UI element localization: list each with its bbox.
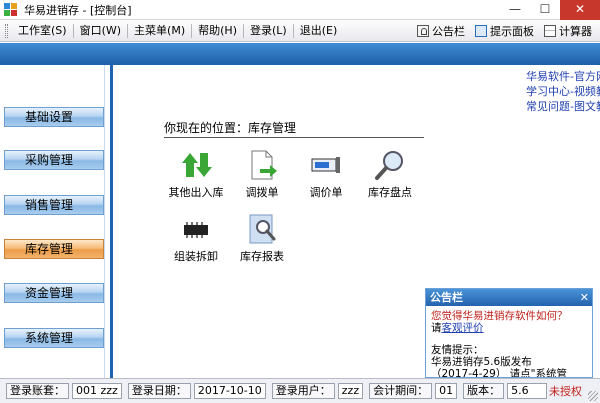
document-arrow-icon	[246, 149, 278, 181]
menu-exit[interactable]: 退出(E)	[294, 20, 344, 42]
status-bar: 登录账套： 001 zzz 登录日期： 2017-10-10 登录用户： zzz…	[0, 378, 600, 403]
sidebar-item-purchase[interactable]: 采购管理	[4, 150, 104, 170]
transfer-order-button[interactable]: 调拨单	[230, 149, 294, 200]
notice-question: 您觉得华易进销存软件如何？	[431, 310, 568, 322]
maximize-button[interactable]: ☐	[530, 0, 560, 20]
tips-panel-button[interactable]: 提示面板	[475, 23, 534, 39]
app-logo-icon	[4, 2, 18, 17]
date-value: 2017-10-10	[193, 383, 266, 399]
version-label: 版本：	[463, 383, 505, 399]
notice-popup: 公告栏 ✕ 您觉得华易进销存软件如何？ 请客观评价 友情提示： 华易进销存5.6…	[425, 288, 593, 378]
sidebar-item-inventory[interactable]: 库存管理	[4, 239, 104, 259]
other-in-out-button[interactable]: 其他出入库	[164, 149, 228, 200]
menu-main[interactable]: 主菜单(M)	[128, 20, 191, 42]
sidebar: 基础设置 采购管理 销售管理 库存管理 资金管理 系统管理	[0, 43, 124, 378]
sidebar-item-funds[interactable]: 资金管理	[4, 283, 104, 303]
stock-count-button[interactable]: 库存盘点	[358, 149, 422, 200]
user-value: zzz	[337, 383, 364, 399]
review-link[interactable]: 客观评价	[442, 322, 484, 334]
magnifier-icon	[374, 149, 406, 181]
link-video-tutorials[interactable]: 学习中心-视频教程	[526, 84, 600, 99]
location-breadcrumb: 你现在的位置：库存管理	[164, 119, 424, 138]
notice-board-button[interactable]: 公告栏	[417, 23, 465, 39]
resize-grip[interactable]	[588, 391, 598, 401]
bell-icon	[417, 25, 429, 37]
close-button[interactable]: ✕	[560, 0, 600, 20]
title-bar: 华易进销存 - [控制台] — ☐ ✕	[0, 0, 600, 20]
version-value: 5.6	[507, 383, 548, 399]
account-value: 001 zzz	[72, 383, 122, 399]
license-status: 未授权	[549, 385, 582, 398]
period-label: 会计期间：	[369, 383, 433, 399]
link-official-site[interactable]: 华易软件-官方网站	[526, 69, 600, 84]
price-adjust-button[interactable]: 调价单	[294, 149, 358, 200]
report-search-icon	[246, 213, 278, 245]
menu-login[interactable]: 登录(L)	[244, 20, 293, 42]
calculator-button[interactable]: 计算器	[544, 23, 592, 39]
user-label: 登录用户：	[271, 383, 335, 399]
chip-icon	[180, 213, 212, 245]
window-title: 华易进销存 - [控制台]	[24, 3, 132, 17]
sidebar-item-sales[interactable]: 销售管理	[4, 195, 104, 215]
quick-links: 华易软件-官方网站 学习中心-视频教程 常见问题-图文教程	[526, 69, 600, 114]
calculator-icon	[544, 25, 556, 37]
arrows-up-down-icon	[180, 149, 212, 181]
sidebar-item-basic-settings[interactable]: 基础设置	[4, 107, 104, 127]
panel-icon	[475, 25, 487, 37]
menu-window[interactable]: 窗口(W)	[74, 20, 127, 42]
sidebar-item-system[interactable]: 系统管理	[4, 328, 104, 348]
link-faq[interactable]: 常见问题-图文教程	[526, 99, 600, 114]
date-label: 登录日期：	[127, 383, 191, 399]
minimize-button[interactable]: —	[500, 0, 530, 20]
menu-bar: 工作室(S) 窗口(W) 主菜单(M) 帮助(H) 登录(L) 退出(E) 公告…	[0, 20, 600, 42]
price-tag-icon	[310, 149, 342, 181]
notice-close-icon[interactable]: ✕	[580, 289, 589, 306]
menu-studio[interactable]: 工作室(S)	[12, 20, 73, 42]
account-label: 登录账套：	[6, 383, 69, 399]
period-value: 01	[435, 383, 458, 399]
menu-help[interactable]: 帮助(H)	[192, 20, 243, 42]
toolbar-grip[interactable]	[5, 23, 8, 38]
stock-report-button[interactable]: 库存报表	[230, 213, 294, 264]
notice-header: 公告栏 ✕	[426, 289, 592, 306]
assembly-button[interactable]: 组装拆卸	[164, 213, 228, 264]
